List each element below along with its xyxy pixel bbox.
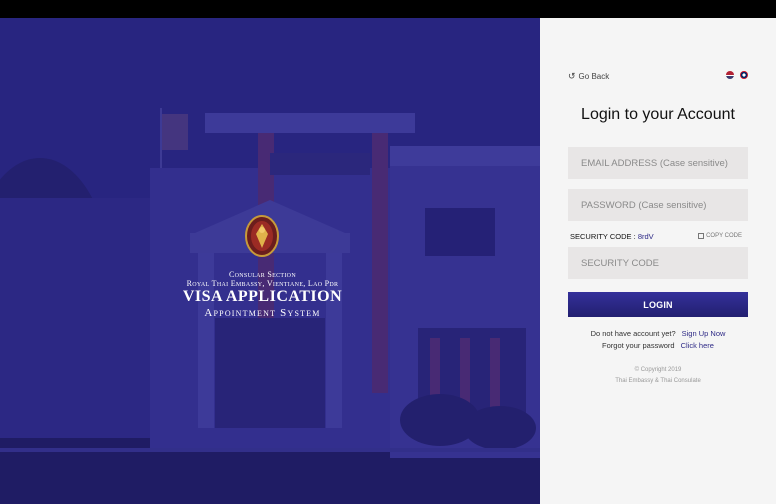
security-code-field[interactable]: [568, 247, 748, 279]
security-code-value: 8rdV: [637, 232, 654, 241]
garuda-emblem-icon: [245, 215, 279, 257]
forgot-row: Forgot your password Click here: [540, 341, 776, 350]
brand-block: Consular Section Royal Thai Embassy, Vie…: [150, 270, 375, 320]
forgot-password-text: Forgot your password: [602, 341, 675, 350]
top-bar: [0, 0, 776, 18]
copy-icon: [698, 233, 705, 239]
no-account-text: Do not have account yet?: [590, 329, 676, 338]
login-button[interactable]: LOGIN: [568, 292, 748, 317]
brand-subtitle: Appointment System: [204, 307, 321, 319]
security-code-label-text: SECURITY CODE :: [570, 232, 636, 241]
click-here-link[interactable]: Click here: [681, 341, 714, 350]
us-flag-icon[interactable]: [726, 71, 734, 79]
signup-row: Do not have account yet? Sign Up Now: [540, 329, 776, 338]
language-switcher: [726, 71, 748, 79]
brand-section-text: Consular Section: [229, 270, 296, 279]
hero-overlay: [0, 18, 540, 504]
footer-text: Thai Embassy & Thai Consulate: [615, 378, 701, 384]
password-field[interactable]: [568, 189, 748, 221]
email-field[interactable]: [568, 147, 748, 179]
laos-flag-icon[interactable]: [740, 71, 748, 79]
back-arrow-icon: ↺: [568, 71, 576, 81]
login-title: Login to your Account: [581, 106, 735, 123]
copyright-text: © Copyright 2019: [634, 367, 682, 373]
login-panel: ↺ Go Back Login to your Account SECURITY…: [540, 18, 776, 504]
go-back-link[interactable]: ↺ Go Back: [568, 71, 609, 82]
brand-embassy-text: Royal Thai Embassy, Vientiane, Lao Pdr: [186, 279, 339, 288]
hero-panel: Consular Section Royal Thai Embassy, Vie…: [0, 18, 540, 504]
sign-up-link[interactable]: Sign Up Now: [682, 329, 726, 338]
go-back-label: Go Back: [578, 72, 610, 81]
security-code-label: SECURITY CODE : 8rdV: [570, 232, 654, 241]
copy-code-button[interactable]: COPY CODE: [698, 233, 742, 239]
brand-visa-title: VISA APPLICATION: [182, 288, 343, 305]
copy-code-label: COPY CODE: [706, 233, 742, 239]
